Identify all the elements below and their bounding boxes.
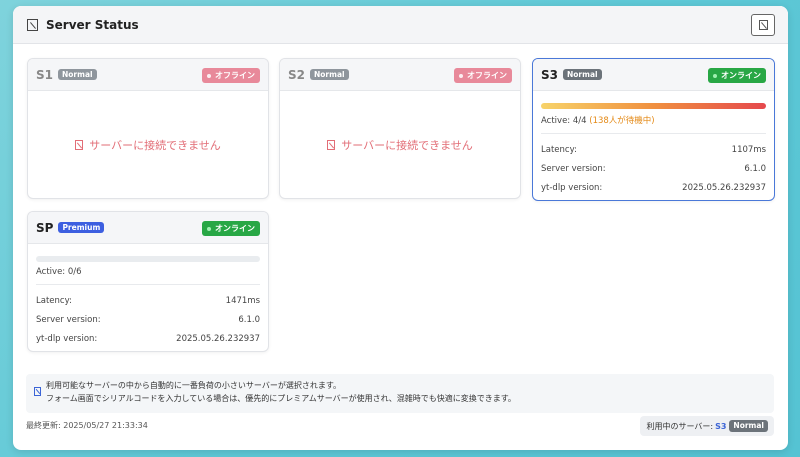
- modal-title: Server Status: [46, 17, 139, 32]
- tier-badge: Premium: [58, 221, 105, 234]
- load-bar: [36, 256, 260, 262]
- card-header: S2 Normal オフライン: [280, 59, 520, 91]
- ytdlp-version-value: 2025.05.26.232937: [176, 333, 260, 344]
- card-body: Active: 0/6 Latency: 1471ms Server versio…: [28, 244, 268, 351]
- latency-value: 1471ms: [225, 295, 260, 306]
- status-dot-icon: [207, 73, 211, 78]
- ytdlp-version-value: 2025.05.26.232937: [682, 182, 766, 193]
- server-status-modal: Server Status S1 Normal オフライン サーバーに接続できま…: [13, 6, 788, 450]
- status-dot-icon: [207, 226, 211, 231]
- server-icon: [27, 18, 38, 31]
- server-card-s3: S3 Normal オンライン Active: 4/4 (138人が待機中) L…: [532, 58, 775, 201]
- using-server-indicator: 利用中のサーバー: S3 Normal: [640, 416, 774, 436]
- tier-badge: Normal: [563, 68, 602, 81]
- card-body: Active: 4/4 (138人が待機中) Latency: 1107ms Se…: [533, 91, 774, 200]
- status-badge: オンライン: [202, 221, 260, 236]
- server-card-s1: S1 Normal オフライン サーバーに接続できません: [27, 58, 269, 199]
- server-version-row: Server version: 6.1.0: [541, 159, 766, 178]
- latency-row: Latency: 1471ms: [36, 291, 260, 310]
- active-label: Active: 4/4: [541, 116, 587, 126]
- latency-row: Latency: 1107ms: [541, 140, 766, 159]
- load-bar: [541, 103, 766, 109]
- offline-message-text: サーバーに接続できません: [89, 139, 221, 152]
- latency-value: 1107ms: [731, 144, 766, 155]
- divider: [36, 284, 260, 285]
- ytdlp-version-row: yt-dlp version: 2025.05.26.232937: [541, 178, 766, 197]
- info-icon: [34, 387, 41, 396]
- info-line-2: フォーム画面でシリアルコードを入力している場合は、優先的にプレミアムサーバーが使…: [46, 394, 516, 403]
- load-bar-fill: [541, 103, 766, 109]
- card-header: S1 Normal オフライン: [28, 59, 268, 91]
- close-button[interactable]: [751, 14, 775, 36]
- status-dot-icon: [713, 73, 717, 78]
- status-dot-icon: [459, 73, 463, 78]
- ytdlp-version-label: yt-dlp version:: [36, 333, 98, 344]
- server-name: S2: [288, 67, 305, 82]
- status-badge: オフライン: [454, 68, 512, 83]
- tier-badge: Normal: [58, 68, 97, 81]
- modal-header: Server Status: [13, 6, 788, 44]
- offline-message: サーバーに接続できません: [280, 137, 520, 153]
- server-card-sp: SP Premium オンライン Active: 0/6 Latency: 147…: [27, 211, 269, 352]
- disconnect-icon: [75, 140, 84, 150]
- active-count: Active: 0/6: [36, 267, 260, 277]
- server-version-label: Server version:: [36, 314, 101, 325]
- ytdlp-version-row: yt-dlp version: 2025.05.26.232937: [36, 329, 260, 348]
- server-version-row: Server version: 6.1.0: [36, 310, 260, 329]
- server-card-s2: S2 Normal オフライン サーバーに接続できません: [279, 58, 521, 199]
- status-label: オンライン: [721, 71, 761, 80]
- info-box: 利用可能なサーバーの中から自動的に一番負荷の小さいサーバーが選択されます。 フォ…: [26, 374, 774, 413]
- using-server-name: S3: [715, 421, 727, 431]
- status-badge: オンライン: [708, 68, 766, 83]
- server-name: S3: [541, 67, 558, 82]
- tier-badge: Normal: [310, 68, 349, 81]
- status-label: オンライン: [215, 224, 255, 233]
- waiting-count: (138人が待機中): [589, 116, 655, 126]
- server-name: S1: [36, 67, 53, 82]
- disconnect-icon: [327, 140, 336, 150]
- server-version-label: Server version:: [541, 163, 606, 174]
- server-version-value: 6.1.0: [238, 314, 260, 325]
- last-updated: 最終更新: 2025/05/27 21:33:34: [26, 421, 148, 430]
- info-line-1: 利用可能なサーバーの中から自動的に一番負荷の小さいサーバーが選択されます。: [46, 381, 342, 390]
- ytdlp-version-label: yt-dlp version:: [541, 182, 603, 193]
- using-label: 利用中のサーバー:: [646, 421, 714, 431]
- card-header: SP Premium オンライン: [28, 212, 268, 244]
- close-icon: [758, 20, 768, 30]
- using-tier-badge: Normal: [729, 420, 768, 432]
- offline-message: サーバーに接続できません: [28, 137, 268, 153]
- active-label: Active: 0/6: [36, 267, 82, 277]
- status-label: オフライン: [215, 71, 255, 80]
- card-header: S3 Normal オンライン: [533, 59, 774, 91]
- active-count: Active: 4/4 (138人が待機中): [541, 114, 766, 126]
- server-name: SP: [36, 220, 54, 235]
- offline-message-text: サーバーに接続できません: [341, 139, 473, 152]
- latency-label: Latency:: [541, 144, 577, 155]
- server-version-value: 6.1.0: [744, 163, 766, 174]
- divider: [541, 133, 766, 134]
- status-badge: オフライン: [202, 68, 260, 83]
- status-label: オフライン: [467, 71, 507, 80]
- latency-label: Latency:: [36, 295, 72, 306]
